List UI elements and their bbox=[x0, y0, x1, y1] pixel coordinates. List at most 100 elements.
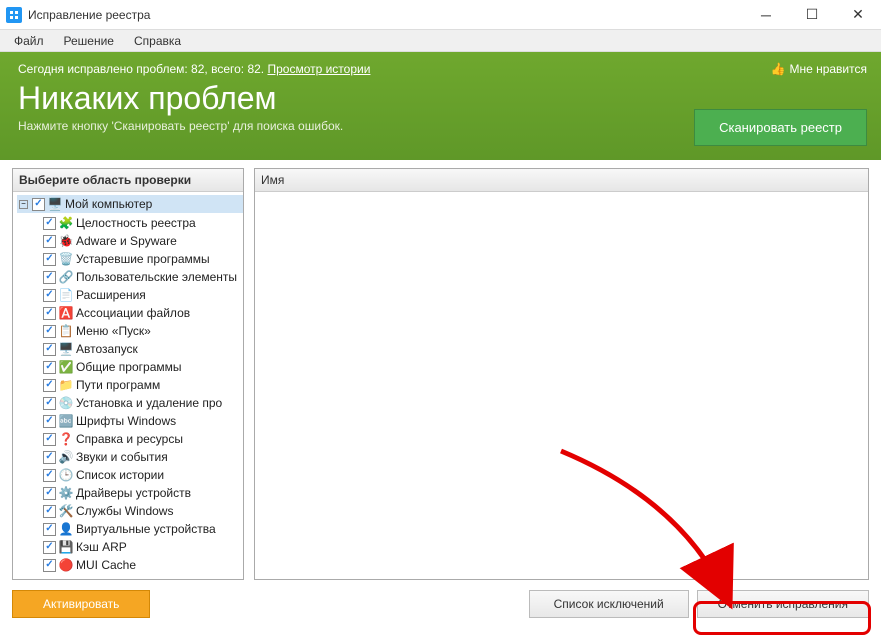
tree-item[interactable]: ❓Справка и ресурсы bbox=[41, 430, 243, 448]
item-icon: 🕒 bbox=[58, 467, 74, 483]
tree-item-label: Устаревшие программы bbox=[76, 252, 210, 266]
checkbox[interactable] bbox=[32, 198, 45, 211]
item-icon: 💾 bbox=[58, 539, 74, 555]
tree-item-label: Список истории bbox=[76, 468, 164, 482]
item-icon: 📁 bbox=[58, 377, 74, 393]
tree-item-label: Звуки и события bbox=[76, 450, 168, 464]
checkbox[interactable] bbox=[43, 235, 56, 248]
tree-item[interactable]: 💾Кэш ARP bbox=[41, 538, 243, 556]
menu-solution[interactable]: Решение bbox=[54, 32, 124, 50]
checkbox[interactable] bbox=[43, 541, 56, 554]
checkbox[interactable] bbox=[43, 469, 56, 482]
window-title: Исправление реестра bbox=[28, 8, 743, 22]
tree-item-label: Расширения bbox=[76, 288, 146, 302]
like-button[interactable]: 👍 Мне нравится bbox=[771, 62, 868, 76]
checkbox[interactable] bbox=[43, 379, 56, 392]
item-icon: 🔴 bbox=[58, 557, 74, 573]
checkbox[interactable] bbox=[43, 433, 56, 446]
tree-item[interactable]: 🔗Пользовательские элементы bbox=[41, 268, 243, 286]
tree-body[interactable]: −🖥️Мой компьютер🧩Целостность реестра🐞Adw… bbox=[13, 192, 243, 579]
tree-item[interactable]: 🛠️Службы Windows bbox=[41, 502, 243, 520]
thumbs-up-icon: 👍 bbox=[771, 62, 786, 76]
checkbox[interactable] bbox=[43, 451, 56, 464]
tree-item-label: Установка и удаление про bbox=[76, 396, 222, 410]
tree-item[interactable]: 📄Расширения bbox=[41, 286, 243, 304]
banner: Сегодня исправлено проблем: 82, всего: 8… bbox=[0, 52, 881, 160]
item-icon: 🔗 bbox=[58, 269, 74, 285]
checkbox[interactable] bbox=[43, 343, 56, 356]
tree-item[interactable]: 💿Установка и удаление про bbox=[41, 394, 243, 412]
tree-item[interactable]: 👤Виртуальные устройства bbox=[41, 520, 243, 538]
item-icon: 🔊 bbox=[58, 449, 74, 465]
tree-item-label: Меню «Пуск» bbox=[76, 324, 151, 338]
tree-item[interactable]: 🧩Целостность реестра bbox=[41, 214, 243, 232]
list-panel: Имя bbox=[254, 168, 869, 580]
tree-root[interactable]: − 🖥️Мой компьютер bbox=[17, 195, 243, 213]
computer-icon: 🖥️ bbox=[47, 196, 63, 212]
app-icon bbox=[6, 7, 22, 23]
tree-item[interactable]: 🕒Список истории bbox=[41, 466, 243, 484]
checkbox[interactable] bbox=[43, 325, 56, 338]
tree-item[interactable]: 🅰️Ассоциации файлов bbox=[41, 304, 243, 322]
checkbox[interactable] bbox=[43, 289, 56, 302]
tree-item[interactable]: 🔴MUI Cache bbox=[41, 556, 243, 574]
item-icon: 🐞 bbox=[58, 233, 74, 249]
tree-item[interactable]: 📁Пути программ bbox=[41, 376, 243, 394]
checkbox[interactable] bbox=[43, 487, 56, 500]
tree-item[interactable]: 🔊Звуки и события bbox=[41, 448, 243, 466]
list-header: Имя bbox=[255, 169, 868, 192]
scan-registry-button[interactable]: Сканировать реестр bbox=[694, 109, 867, 146]
tree-item[interactable]: ⚙️Драйверы устройств bbox=[41, 484, 243, 502]
checkbox[interactable] bbox=[43, 505, 56, 518]
tree-item-label: Целостность реестра bbox=[76, 216, 196, 230]
item-icon: 📄 bbox=[58, 287, 74, 303]
menubar: Файл Решение Справка bbox=[0, 30, 881, 52]
tree-item[interactable]: ✅Общие программы bbox=[41, 358, 243, 376]
item-icon: 🅰️ bbox=[58, 305, 74, 321]
tree-item[interactable]: 🖥️Автозапуск bbox=[41, 340, 243, 358]
item-icon: 💿 bbox=[58, 395, 74, 411]
tree-item-label: MUI Cache bbox=[76, 558, 136, 572]
tree-item-label: Общие программы bbox=[76, 360, 182, 374]
tree-item-label: Службы Windows bbox=[76, 504, 173, 518]
collapse-icon[interactable]: − bbox=[19, 200, 28, 209]
close-button[interactable]: ✕ bbox=[835, 0, 881, 30]
item-icon: 🖥️ bbox=[58, 341, 74, 357]
checkbox[interactable] bbox=[43, 307, 56, 320]
tree-item-label: Кэш ARP bbox=[76, 540, 127, 554]
checkbox[interactable] bbox=[43, 415, 56, 428]
tree-item[interactable]: 🔤Шрифты Windows bbox=[41, 412, 243, 430]
tree-item[interactable]: 🗑️Устаревшие программы bbox=[41, 250, 243, 268]
checkbox[interactable] bbox=[43, 253, 56, 266]
checkbox[interactable] bbox=[43, 397, 56, 410]
item-icon: 👤 bbox=[58, 521, 74, 537]
item-icon: ❓ bbox=[58, 431, 74, 447]
exclusions-button[interactable]: Список исключений bbox=[529, 590, 689, 618]
tree-item[interactable]: 📋Меню «Пуск» bbox=[41, 322, 243, 340]
tree-item-label: Шрифты Windows bbox=[76, 414, 176, 428]
minimize-button[interactable]: ─ bbox=[743, 0, 789, 30]
tree-root-label: Мой компьютер bbox=[65, 197, 152, 211]
cancel-fixes-button[interactable]: Отменить исправления bbox=[697, 590, 869, 618]
item-icon: 📋 bbox=[58, 323, 74, 339]
footer: Активировать Список исключений Отменить … bbox=[0, 580, 881, 626]
item-icon: 🧩 bbox=[58, 215, 74, 231]
activate-button[interactable]: Активировать bbox=[12, 590, 150, 618]
menu-help[interactable]: Справка bbox=[124, 32, 191, 50]
maximize-button[interactable]: ☐ bbox=[789, 0, 835, 30]
checkbox[interactable] bbox=[43, 361, 56, 374]
tree-item[interactable]: 🐞Adware и Spyware bbox=[41, 232, 243, 250]
menu-file[interactable]: Файл bbox=[4, 32, 54, 50]
titlebar: Исправление реестра ─ ☐ ✕ bbox=[0, 0, 881, 30]
tree-item-label: Автозапуск bbox=[76, 342, 138, 356]
tree-item-label: Пользовательские элементы bbox=[76, 270, 237, 284]
history-link[interactable]: Просмотр истории bbox=[267, 62, 370, 76]
tree-item-label: Справка и ресурсы bbox=[76, 432, 183, 446]
checkbox[interactable] bbox=[43, 217, 56, 230]
checkbox[interactable] bbox=[43, 523, 56, 536]
checkbox[interactable] bbox=[43, 559, 56, 572]
list-body bbox=[255, 192, 868, 579]
status-text: Сегодня исправлено проблем: 82, всего: 8… bbox=[18, 62, 267, 76]
checkbox[interactable] bbox=[43, 271, 56, 284]
status-line: Сегодня исправлено проблем: 82, всего: 8… bbox=[18, 62, 863, 76]
